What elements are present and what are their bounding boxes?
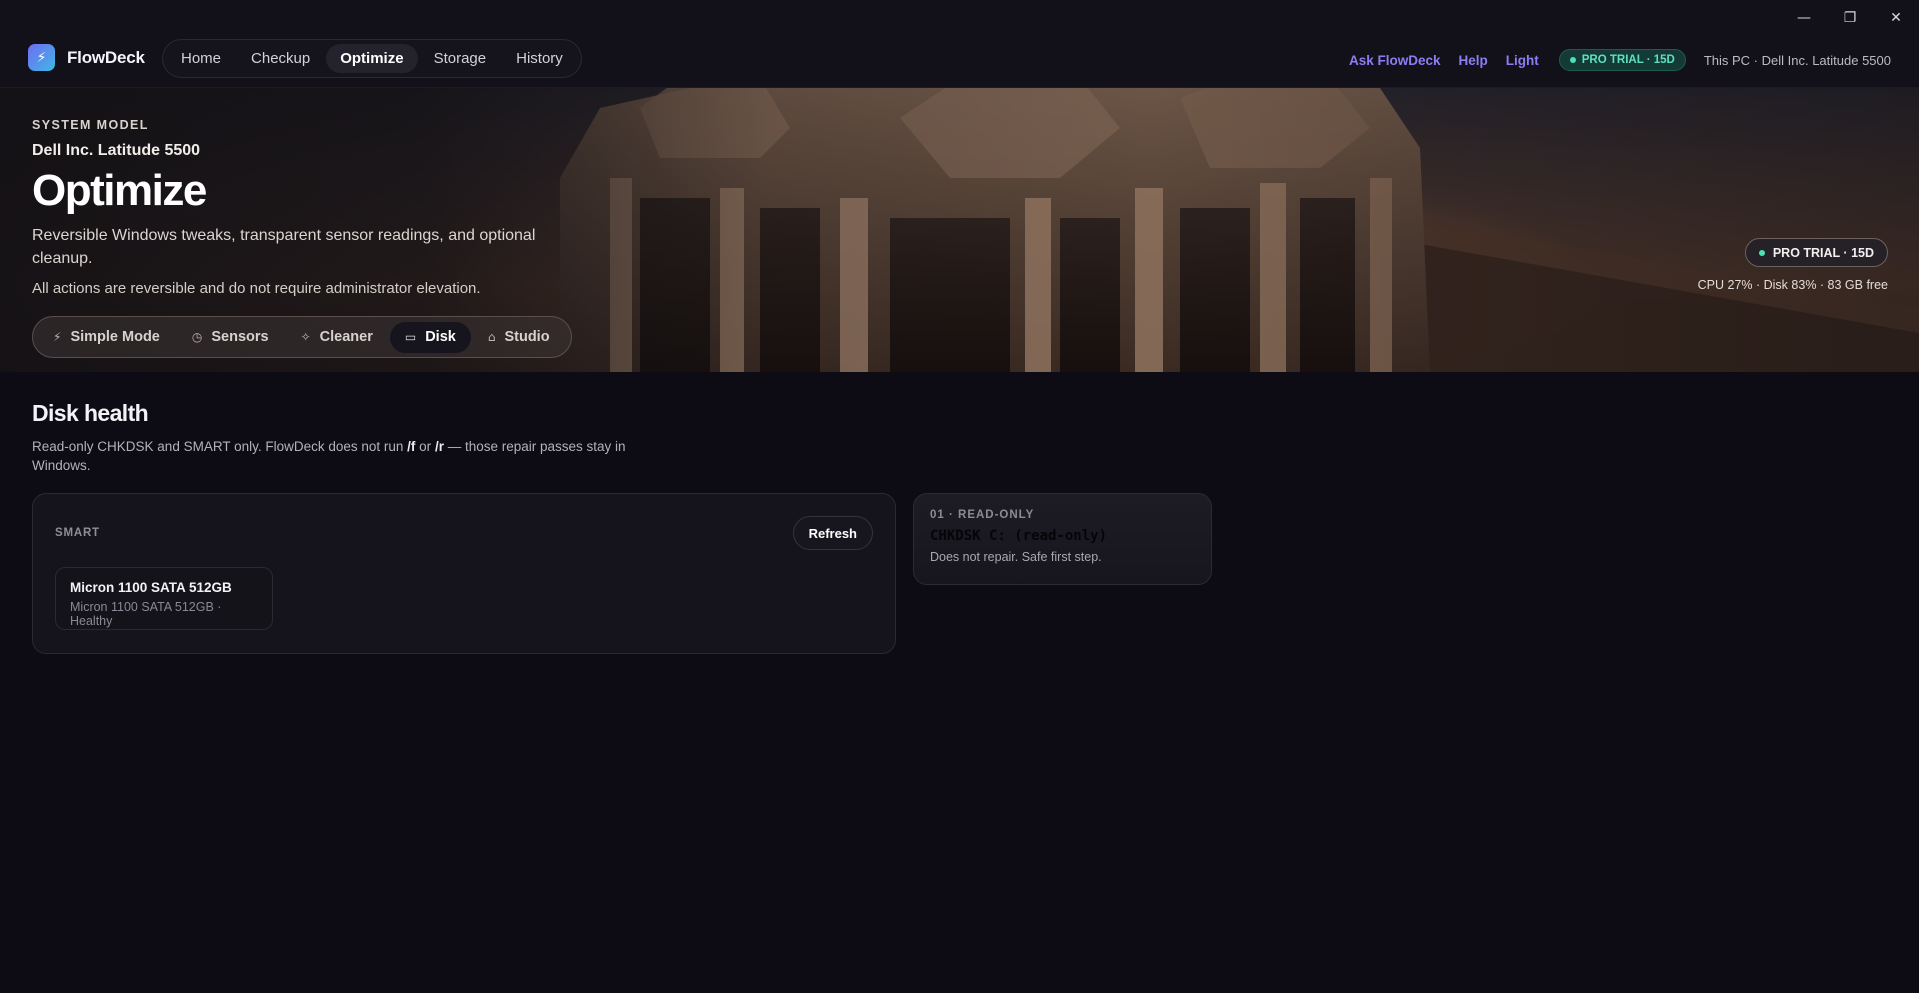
tab-label: Studio [504, 329, 550, 345]
nav-optimize[interactable]: Optimize [326, 44, 418, 73]
ask-flowdeck-link[interactable]: Ask FlowDeck [1349, 53, 1441, 68]
tab-simple-mode[interactable]: ⚡ Simple Mode [38, 322, 175, 353]
tab-disk[interactable]: ▭ Disk [389, 321, 471, 353]
brand-name: FlowDeck [67, 47, 145, 67]
chkdsk-step-label: 01 · READ-ONLY [930, 509, 1035, 521]
clock-icon: ◷ [191, 330, 203, 344]
smart-label: SMART [55, 527, 100, 539]
trial-badge[interactable]: PRO TRIAL · 15D [1558, 49, 1686, 71]
system-model-value: Dell Inc. Latitude 5500 [32, 142, 201, 159]
pc-info: This PC · Dell Inc. Latitude 5500 [1703, 52, 1891, 68]
sparkle-icon: ✧ [300, 330, 311, 344]
disk-icon: ▭ [404, 330, 417, 344]
nav-history[interactable]: History [502, 44, 577, 73]
nav-home[interactable]: Home [167, 44, 235, 73]
trial-badge-label: PRO TRIAL · 15D [1581, 54, 1675, 66]
nav-storage[interactable]: Storage [420, 44, 501, 73]
page-title: Optimize [32, 166, 207, 215]
tab-studio[interactable]: ⌂ Studio [473, 322, 565, 353]
refresh-button[interactable]: Refresh [792, 516, 873, 550]
tab-label: Cleaner [319, 329, 373, 345]
system-model-label: SYSTEM MODEL [32, 118, 149, 132]
chkdsk-title: CHKDSK C: (read-only) [930, 528, 1108, 544]
chkdsk-description: Does not repair. Safe first step. [930, 550, 1102, 564]
hero-banner: SYSTEM MODEL Dell Inc. Latitude 5500 Opt… [0, 88, 1919, 372]
hero-content: SYSTEM MODEL Dell Inc. Latitude 5500 Opt… [32, 118, 592, 297]
minimize-icon[interactable]: — [1781, 0, 1827, 36]
chkdsk-card[interactable]: 01 · READ-ONLY CHKDSK C: (read-only) Doe… [913, 493, 1212, 585]
help-link[interactable]: Help [1459, 53, 1488, 68]
bolt-icon: ⚡ [28, 44, 55, 71]
system-stats: CPU 27% · Disk 83% · 83 GB free [1697, 278, 1888, 292]
status-dot-icon [1569, 57, 1576, 63]
hero-trial-badge[interactable]: PRO TRIAL · 15D [1744, 238, 1888, 267]
drive-name: Micron 1100 SATA 512GB [70, 580, 232, 595]
window-controls: — ❐ ✕ [1781, 0, 1919, 36]
top-bar: — ❐ ✕ ⚡ FlowDeck Home Checkup Optimize S… [0, 0, 1919, 88]
page-note: All actions are reversible and do not re… [32, 280, 481, 297]
bolt-icon: ⚡ [53, 330, 62, 344]
smart-card: SMART Refresh Micron 1100 SATA 512GB Mic… [32, 493, 896, 654]
desc-or: or [415, 439, 435, 454]
main-nav: Home Checkup Optimize Storage History [162, 39, 582, 78]
tab-sensors[interactable]: ◷ Sensors [177, 322, 284, 353]
studio-icon: ⌂ [487, 330, 496, 344]
desc-prefix: Read-only CHKDSK and SMART only. FlowDec… [32, 439, 408, 454]
tab-label: Disk [425, 329, 456, 345]
flag-r: /r [434, 439, 444, 454]
header-actions: Ask FlowDeck Help Light PRO TRIAL · 15D … [1349, 48, 1891, 72]
tab-label: Simple Mode [70, 329, 160, 345]
section-title: Disk health [32, 400, 149, 426]
status-dot-icon [1758, 249, 1765, 256]
drive-card[interactable]: Micron 1100 SATA 512GB Micron 1100 SATA … [55, 567, 273, 630]
drive-status: Micron 1100 SATA 512GB · Healthy [70, 600, 222, 628]
close-icon[interactable]: ✕ [1873, 0, 1919, 36]
page-description: Reversible Windows tweaks, transparent s… [32, 227, 536, 267]
optimize-subnav: ⚡ Simple Mode ◷ Sensors ✧ Cleaner ▭ Disk… [32, 316, 572, 358]
maximize-icon[interactable]: ❐ [1827, 0, 1873, 36]
tab-label: Sensors [211, 329, 269, 345]
hero-trial-label: PRO TRIAL · 15D [1772, 245, 1874, 260]
brand[interactable]: ⚡ FlowDeck [28, 44, 145, 71]
theme-toggle-link[interactable]: Light [1506, 53, 1539, 68]
tab-cleaner[interactable]: ✧ Cleaner [286, 322, 388, 353]
nav-checkup[interactable]: Checkup [237, 44, 324, 73]
section-description: Read-only CHKDSK and SMART only. FlowDec… [32, 437, 632, 475]
